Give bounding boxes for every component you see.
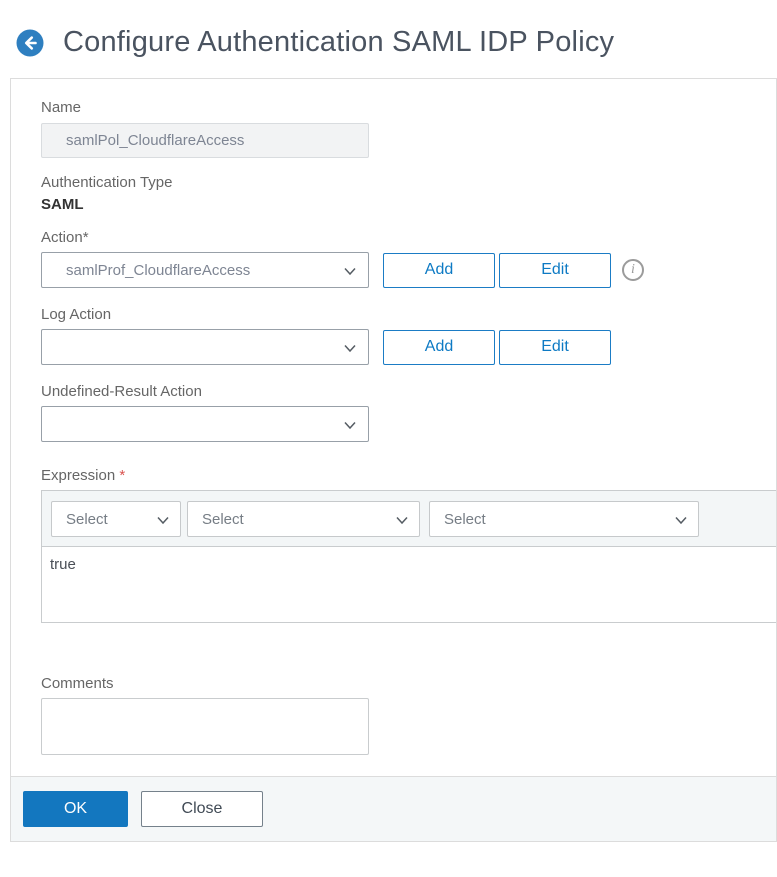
page-header: Configure Authentication SAML IDP Policy [0,0,777,59]
expression-toolbar: Select Select Select [42,491,776,547]
expression-select-1-value: Select [66,510,108,528]
form-footer: OK Close [11,776,776,841]
close-button[interactable]: Close [141,791,263,827]
chevron-down-icon [155,512,171,532]
undefined-result-action-select[interactable] [41,406,369,442]
name-input [41,123,369,158]
action-edit-button[interactable]: Edit [499,252,611,288]
expression-select-3[interactable]: Select [429,501,699,537]
expression-label-text: Expression [41,467,116,484]
log-action-edit-button[interactable]: Edit [499,329,611,365]
expression-label: Expression * [41,467,776,484]
expression-editor: Select Select Select true [41,490,776,623]
chevron-down-icon [342,340,358,360]
comments-input[interactable] [41,698,369,755]
page-title: Configure Authentication SAML IDP Policy [63,26,615,58]
ok-button[interactable]: OK [23,791,128,827]
log-action-select[interactable] [41,329,369,365]
expression-select-2[interactable]: Select [187,501,420,537]
chevron-down-icon [342,263,358,283]
log-action-add-button[interactable]: Add [383,329,495,365]
expression-select-2-value: Select [202,510,244,528]
required-asterisk: * [119,467,126,484]
chevron-down-icon [673,512,689,532]
info-icon[interactable]: i [622,259,644,281]
action-add-button[interactable]: Add [383,252,495,288]
back-arrow-icon [16,29,44,60]
chevron-down-icon [394,512,410,532]
comments-label: Comments [41,675,114,692]
auth-type-value: SAML [41,196,84,213]
expression-input[interactable]: true [42,547,776,622]
log-action-label: Log Action [41,306,112,323]
expression-select-1[interactable]: Select [51,501,181,537]
saml-idp-policy-form-panel: Name Authentication Type SAML Action* sa… [10,78,777,842]
chevron-down-icon [342,417,358,437]
action-select-value: samlProf_CloudflareAccess [66,261,251,279]
undefined-result-action-label: Undefined-Result Action [41,383,202,400]
auth-type-label: Authentication Type [41,174,173,191]
action-label: Action* [41,229,89,246]
expression-select-3-value: Select [444,510,486,528]
action-select[interactable]: samlProf_CloudflareAccess [41,252,369,288]
name-label: Name [41,99,82,116]
back-button[interactable] [16,29,44,57]
